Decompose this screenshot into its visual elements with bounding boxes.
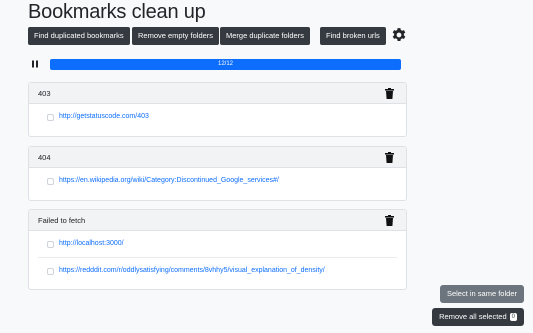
progress-bar: 12/12 <box>50 59 401 70</box>
selected-count-badge: 0 <box>509 313 517 321</box>
bookmark-link[interactable]: https://redddit.com/r/oddlysatisfying/co… <box>59 267 325 274</box>
find-duplicated-bookmarks-button[interactable]: Find duplicated bookmarks <box>28 27 130 45</box>
bookmark-checkbox[interactable] <box>47 268 54 275</box>
group-card-404: 404 https://en.wikipedia.org/wiki/Catego… <box>28 146 407 201</box>
list-item: https://redddit.com/r/oddlysatisfying/co… <box>38 257 397 283</box>
trash-icon[interactable] <box>385 88 394 99</box>
remove-all-selected-button[interactable]: Remove all selected 0 <box>432 308 524 326</box>
bookmark-checkbox[interactable] <box>47 114 54 121</box>
group-header: 404 <box>29 147 406 168</box>
select-in-same-folder-button[interactable]: Select in same folder <box>439 285 524 303</box>
merge-duplicate-folders-button[interactable]: Merge duplicate folders <box>220 27 310 45</box>
bookmark-checkbox[interactable] <box>47 241 54 248</box>
progress-label: 12/12 <box>50 59 401 70</box>
list-item: http://getstatuscode.com/403 <box>29 104 406 130</box>
remove-empty-folders-button[interactable]: Remove empty folders <box>132 27 220 45</box>
find-broken-urls-button[interactable]: Find broken urls <box>320 27 386 45</box>
group-card-403: 403 http://getstatuscode.com/403 <box>28 82 407 137</box>
list-item: https://en.wikipedia.org/wiki/Category:D… <box>29 168 406 194</box>
remove-all-selected-label: Remove all selected <box>439 312 507 321</box>
pause-icon[interactable] <box>31 60 39 68</box>
bookmark-link[interactable]: http://localhost:3000/ <box>59 240 124 247</box>
group-header: 403 <box>29 83 406 104</box>
group-title: 404 <box>38 153 51 162</box>
bookmark-checkbox[interactable] <box>47 178 54 185</box>
group-card-failed-to-fetch: Failed to fetch http://localhost:3000/ h… <box>28 209 407 290</box>
page-title: Bookmarks clean up <box>28 1 206 23</box>
trash-icon[interactable] <box>385 215 394 226</box>
trash-icon[interactable] <box>385 152 394 163</box>
list-item: http://localhost:3000/ <box>29 231 406 257</box>
group-header: Failed to fetch <box>29 210 406 231</box>
group-title: Failed to fetch <box>38 216 86 225</box>
group-title: 403 <box>38 89 51 98</box>
bookmark-link[interactable]: https://en.wikipedia.org/wiki/Category:D… <box>59 177 279 184</box>
gear-icon[interactable] <box>391 27 407 43</box>
bookmark-link[interactable]: http://getstatuscode.com/403 <box>59 113 149 120</box>
